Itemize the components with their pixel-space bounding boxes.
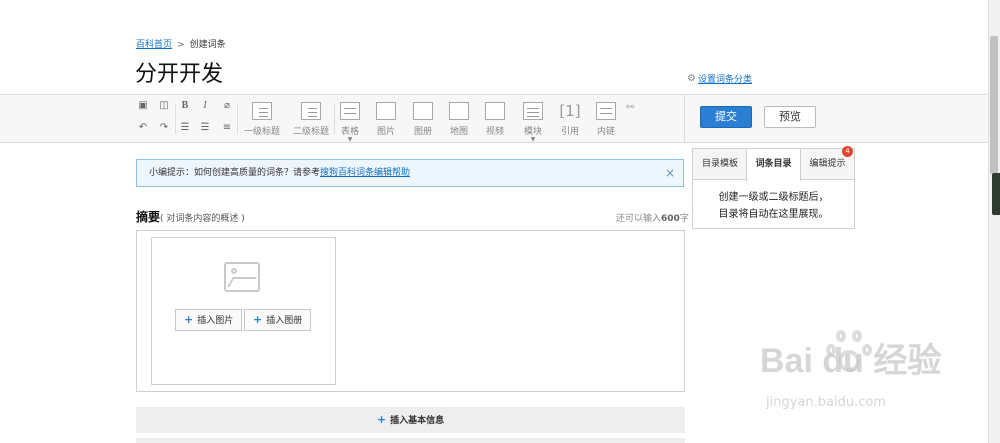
side-gadget[interactable] — [992, 173, 1000, 215]
breadcrumb: 百科首页 > 创建词条 — [136, 37, 226, 50]
video-icon — [485, 102, 505, 120]
plus-icon: + — [253, 313, 263, 326]
preview-button[interactable]: 预览 — [764, 106, 816, 128]
close-icon[interactable]: × — [665, 160, 675, 186]
table-icon — [340, 102, 360, 120]
chevron-down-icon: ▼ — [530, 136, 536, 143]
summary-title: 摘要 — [136, 210, 161, 224]
chevron-down-icon: ▼ — [347, 136, 353, 143]
scrollbar-thumb[interactable] — [990, 36, 998, 174]
summary-hint: ( 对词条内容的概述 ) — [160, 214, 245, 224]
special-char-icon[interactable]: ⚯ — [626, 102, 634, 113]
heading1-label: 一级标题 — [243, 127, 280, 137]
format-tools: ▣ ◫ B I ⌀ ↶ ↷ ☰ ☰ ≡ — [137, 100, 237, 136]
count-value: 600 — [661, 214, 680, 224]
submit-button[interactable]: 提交 — [700, 106, 752, 128]
breadcrumb-home-link[interactable]: 百科首页 — [136, 40, 172, 50]
toolbar-divider — [684, 94, 685, 143]
toolbar-separator — [175, 104, 176, 134]
catalog-line-1: 创建一级或二级标题后， — [718, 192, 829, 203]
redo-icon[interactable]: ↷ — [158, 122, 170, 134]
innerlink-label: 内链 — [596, 127, 615, 137]
gear-icon: ⚙ — [687, 73, 696, 84]
map-icon — [449, 102, 469, 120]
image-placeholder-icon — [224, 262, 260, 292]
heading2-tool[interactable]: 二级标题 — [289, 102, 333, 137]
summary-heading: 摘要( 对词条内容的概述 ) — [136, 208, 245, 225]
count-prefix: 还可以输入 — [616, 214, 662, 224]
preview-doc-icon[interactable]: ◫ — [158, 100, 170, 112]
tab-catalog-template[interactable]: 目录模板 — [693, 149, 747, 180]
plus-icon: + — [376, 413, 387, 426]
bold-icon[interactable]: B — [179, 100, 191, 112]
toolbar-separator — [237, 104, 238, 134]
side-tabs: 目录模板 词条目录 编辑提示 — [693, 149, 854, 181]
insert-basic-info-label: 插入基本信息 — [390, 416, 445, 426]
next-section-strip — [136, 438, 685, 443]
insert-image-button[interactable]: + 插入图片 — [175, 309, 243, 331]
watermark-url: jingyan.baidu.com — [766, 395, 886, 410]
save-icon[interactable]: ▣ — [137, 100, 149, 112]
tab-entry-catalog[interactable]: 词条目录 — [746, 149, 801, 181]
italic-icon[interactable]: I — [199, 100, 211, 112]
unordered-list-icon[interactable]: ☰ — [199, 122, 211, 134]
set-category-link[interactable]: 设置词条分类 — [698, 72, 752, 85]
undo-icon[interactable]: ↶ — [137, 122, 149, 134]
set-category: ⚙ 设置词条分类 — [687, 72, 752, 85]
insert-album-button[interactable]: + 插入图册 — [244, 309, 312, 331]
clear-format-icon[interactable]: ⌀ — [221, 100, 233, 112]
count-suffix: 字 — [679, 214, 689, 224]
insert-image-label: 插入图片 — [197, 316, 234, 326]
summary-char-count: 还可以输入600字 — [616, 211, 689, 224]
page-title: 分开开发 — [135, 62, 224, 87]
breadcrumb-separator: > — [177, 40, 185, 50]
insert-album-label: 插入图册 — [266, 316, 303, 326]
watermark: Bai du 经验 jingyan.baidu.com — [760, 333, 942, 410]
heading1-icon — [252, 102, 272, 120]
heading2-label: 二级标题 — [292, 127, 329, 137]
image-icon — [376, 102, 396, 120]
plus-icon: + — [184, 313, 194, 326]
innerlink-tool[interactable]: 内链 — [584, 102, 628, 137]
catalog-placeholder: 创建一级或二级标题后， 目录将自动在这里展现。 — [693, 189, 854, 223]
heading2-icon — [301, 102, 321, 120]
notification-badge: 4 — [842, 146, 853, 157]
insert-basic-info-button[interactable]: + 插入基本信息 — [136, 407, 685, 433]
tip-text: 小编提示：如何创建高质量的词条？请参考 — [149, 168, 321, 178]
breadcrumb-current: 创建词条 — [189, 40, 226, 50]
module-icon — [523, 102, 543, 120]
tip-box: 小编提示：如何创建高质量的词条？请参考搜狗百科词条编辑帮助 × — [136, 159, 684, 187]
album-icon — [413, 102, 433, 120]
heading1-tool[interactable]: 一级标题 — [240, 102, 284, 137]
side-panel: 目录模板 词条目录 编辑提示 创建一级或二级标题后， 目录将自动在这里展现。 — [692, 148, 855, 229]
ordered-list-icon[interactable]: ☰ — [179, 122, 191, 134]
align-icon[interactable]: ≡ — [221, 122, 233, 134]
innerlink-icon — [596, 102, 616, 120]
tip-help-link[interactable]: 搜狗百科词条编辑帮助 — [320, 168, 410, 178]
catalog-line-2: 目录将自动在这里展现。 — [718, 209, 829, 220]
watermark-main: Bai du 经验 — [760, 342, 942, 380]
